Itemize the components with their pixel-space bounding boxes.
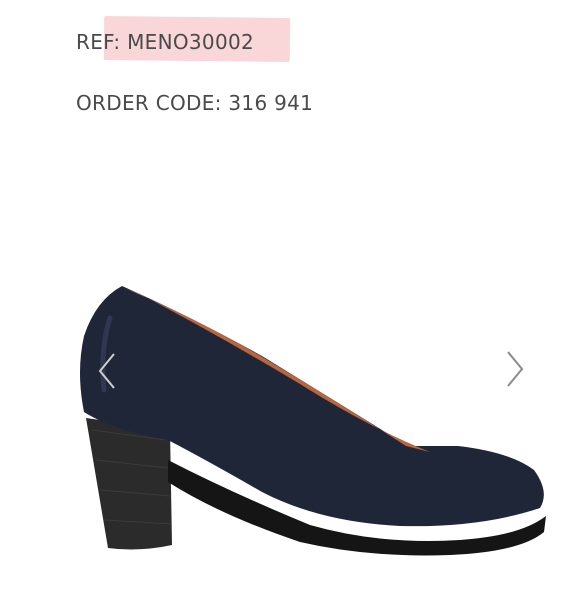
order-code-value: 316 941 (228, 91, 314, 115)
ref-label: REF: (76, 30, 121, 54)
order-code-label: ORDER CODE: (76, 91, 222, 115)
ref-value: MENO30002 (127, 30, 255, 54)
product-order-code: ORDER CODE: 316 941 (76, 89, 313, 117)
gallery-next-button[interactable] (500, 346, 530, 392)
product-ref: REF: MENO30002 (76, 28, 254, 56)
product-image (80, 286, 546, 556)
chevron-right-icon (507, 351, 524, 387)
chevron-left-icon (98, 353, 115, 389)
product-image-gallery (0, 140, 575, 600)
gallery-prev-button[interactable] (92, 348, 122, 394)
